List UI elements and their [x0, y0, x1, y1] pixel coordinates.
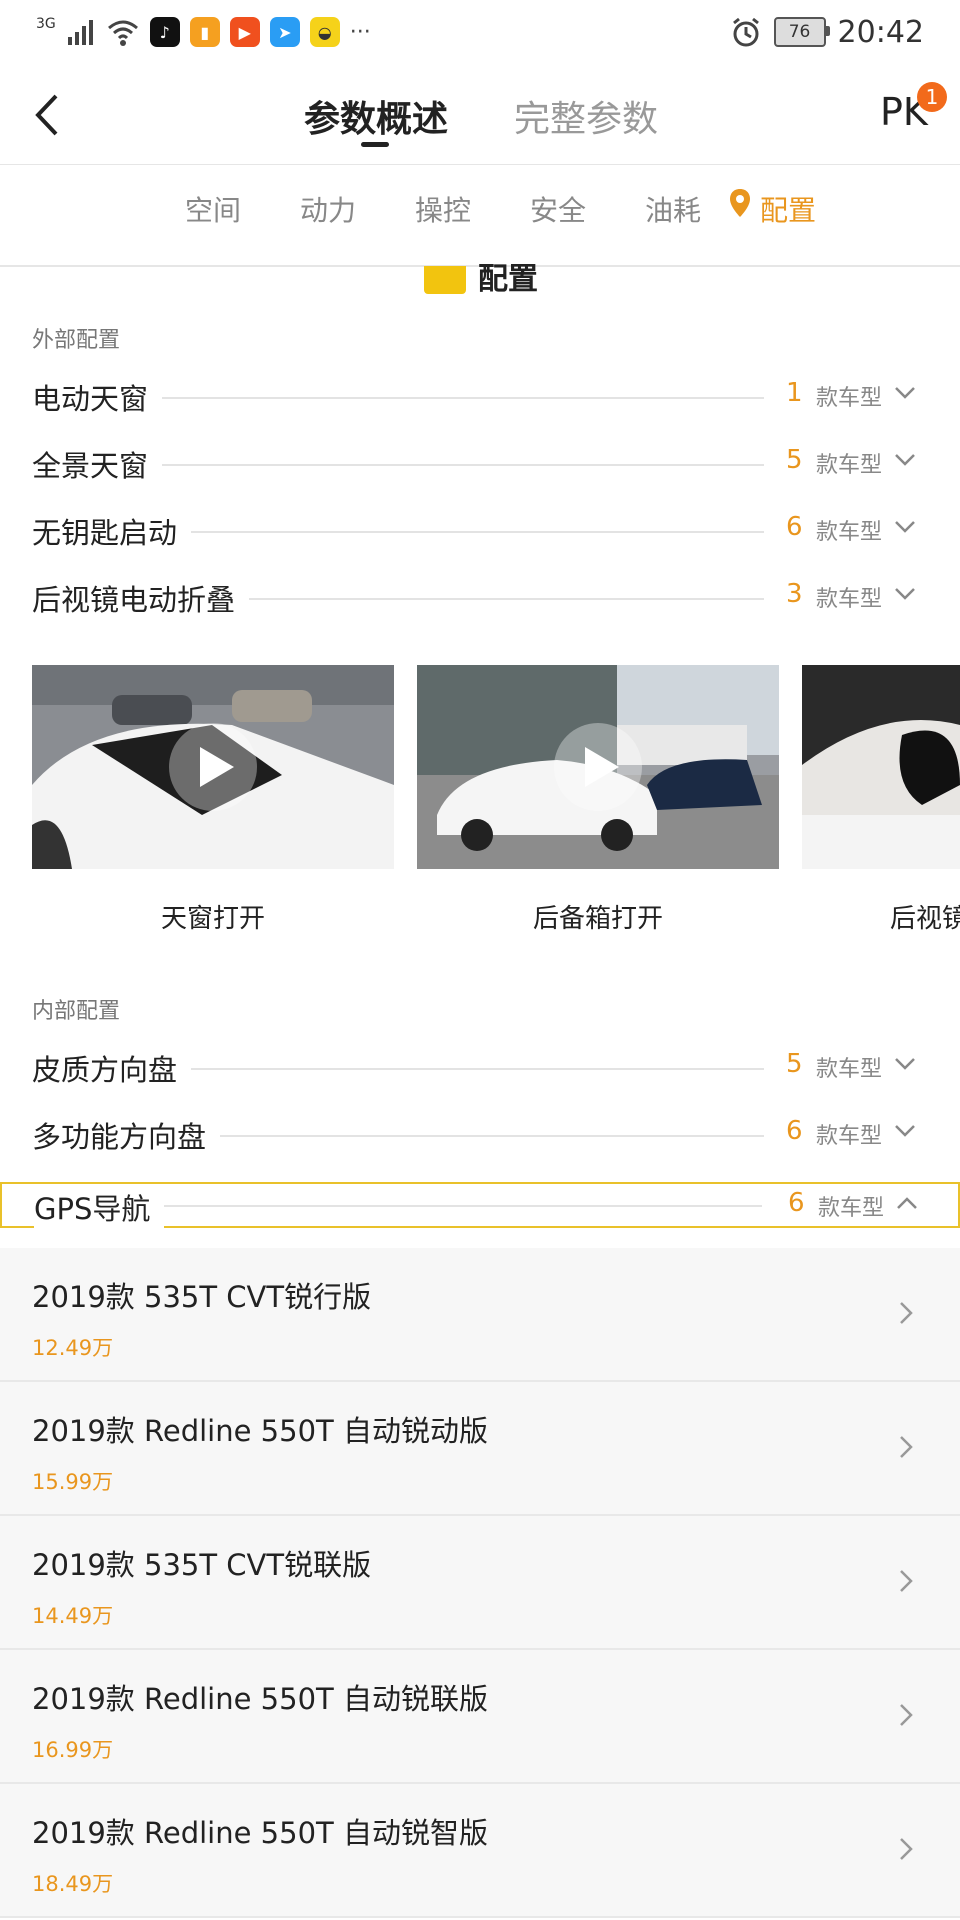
- nav-fuel[interactable]: 油耗: [645, 189, 701, 229]
- chevron-down-icon: [895, 454, 915, 466]
- sunroof-image: [32, 665, 394, 869]
- feature-name: 多功能方向盘: [32, 1114, 221, 1156]
- feature-name: 电动天窗: [32, 376, 163, 418]
- tiktok-app-icon: ♪: [149, 17, 180, 47]
- category-nav: 空间 动力 操控 安全 油耗 配置: [0, 165, 960, 267]
- list-item[interactable]: 2019款 535T CVT锐行版 12.49万: [0, 1248, 960, 1382]
- list-item[interactable]: 2019款 Redline 550T 自动锐智版 18.49万: [0, 1784, 960, 1918]
- top-header: 参数概述 完整参数 PK 1: [0, 66, 960, 166]
- chevron-up-icon: [897, 1197, 917, 1209]
- clock: 20:42: [837, 14, 924, 50]
- feature-count: 5: [786, 445, 803, 475]
- model-price: 16.99万: [32, 1738, 114, 1762]
- orange-app-icon: ▮: [189, 17, 220, 47]
- battery-level: 76: [788, 22, 811, 42]
- alarm-icon: [732, 17, 759, 47]
- video-thumbnail-trunk[interactable]: [417, 665, 779, 869]
- feature-row[interactable]: 皮质方向盘 5 款车型: [0, 1035, 960, 1101]
- more-notifications: ···: [349, 19, 371, 45]
- thumbnail-caption: 天窗打开: [160, 904, 265, 934]
- feature-unit: 款车型: [816, 1124, 883, 1149]
- model-price: 15.99万: [32, 1470, 114, 1494]
- model-price: 14.49万: [32, 1604, 114, 1628]
- feature-count: 6: [788, 1188, 805, 1218]
- network-type: 3G: [36, 16, 56, 32]
- video-thumbnail-sunroof[interactable]: [32, 665, 394, 869]
- feature-count: 1: [786, 378, 803, 408]
- nav-power[interactable]: 动力: [300, 189, 356, 229]
- config-section-icon: [424, 266, 466, 294]
- feature-row[interactable]: 后视镜电动折叠 3 款车型: [0, 565, 960, 631]
- video-thumbnail-mirror[interactable]: [802, 665, 960, 869]
- feature-row-expanded[interactable]: GPS导航 6 款车型: [0, 1182, 960, 1228]
- feature-name: GPS导航: [34, 1186, 165, 1228]
- feature-row[interactable]: 全景天窗 5 款车型: [0, 431, 960, 497]
- list-item[interactable]: 2019款 Redline 550T 自动锐联版 16.99万: [0, 1650, 960, 1784]
- tab-active-indicator: [361, 142, 389, 147]
- status-left: 3G ♪ ▮ ▶ ➤ ◒ ···: [36, 14, 371, 50]
- model-name: 2019款 Redline 550T 自动锐智版: [32, 1816, 488, 1850]
- chevron-right-icon: [900, 1570, 913, 1592]
- send-app-icon: ➤: [269, 17, 300, 47]
- chevron-right-icon: [900, 1436, 913, 1458]
- model-price: 18.49万: [32, 1872, 114, 1896]
- trunk-image: [417, 665, 779, 869]
- tab-overview[interactable]: 参数概述: [304, 90, 448, 142]
- chevron-down-icon: [895, 1058, 915, 1070]
- model-name: 2019款 Redline 550T 自动锐动版: [32, 1414, 488, 1448]
- wifi-icon: [107, 20, 138, 46]
- model-name: 2019款 Redline 550T 自动锐联版: [32, 1682, 488, 1716]
- list-item[interactable]: 2019款 535T CVT锐联版 14.49万: [0, 1516, 960, 1650]
- interior-group-label: 内部配置: [32, 999, 121, 1024]
- pk-badge: 1: [917, 82, 947, 112]
- chevron-right-icon: [900, 1838, 913, 1860]
- nav-handling[interactable]: 操控: [415, 189, 471, 229]
- model-list: 2019款 535T CVT锐行版 12.49万 2019款 Redline 5…: [0, 1248, 960, 1918]
- feature-count: 6: [786, 512, 803, 542]
- nav-space[interactable]: 空间: [185, 189, 241, 229]
- model-price: 12.49万: [32, 1336, 114, 1360]
- chevron-right-icon: [900, 1704, 913, 1726]
- feature-name: 皮质方向盘: [32, 1047, 192, 1089]
- feature-unit: 款车型: [816, 453, 883, 478]
- feature-unit: 款车型: [816, 520, 883, 545]
- feature-unit: 款车型: [816, 1057, 883, 1082]
- mirror-image: [802, 665, 960, 869]
- exterior-group-label: 外部配置: [32, 328, 121, 353]
- feature-row[interactable]: 无钥匙启动 6 款车型: [0, 498, 960, 564]
- feature-count: 5: [786, 1049, 803, 1079]
- status-right: 76 20:42: [730, 10, 924, 54]
- status-bar: 3G ♪ ▮ ▶ ➤ ◒ ··· 76 20:42: [0, 0, 960, 66]
- back-arrow-icon[interactable]: [28, 90, 68, 140]
- tab-full-params[interactable]: 完整参数: [514, 90, 658, 142]
- model-name: 2019款 535T CVT锐行版: [32, 1280, 372, 1314]
- model-name: 2019款 535T CVT锐联版: [32, 1548, 372, 1582]
- video-app-icon: ▶: [229, 17, 260, 47]
- location-pin-icon: [730, 189, 750, 217]
- feature-unit: 款车型: [818, 1196, 885, 1221]
- feature-count: 3: [786, 579, 803, 609]
- car-app-icon: ◒: [309, 17, 340, 47]
- feature-name: 全景天窗: [32, 443, 163, 485]
- nav-config[interactable]: 配置: [760, 189, 816, 229]
- chevron-right-icon: [900, 1302, 913, 1324]
- feature-unit: 款车型: [816, 386, 883, 411]
- battery-icon: 76: [773, 17, 830, 47]
- nav-safety[interactable]: 安全: [530, 189, 586, 229]
- feature-row[interactable]: 多功能方向盘 6 款车型: [0, 1102, 960, 1168]
- feature-name: 后视镜电动折叠: [32, 577, 250, 619]
- thumbnail-caption: 后视镜: [890, 904, 960, 934]
- section-title: 配置: [478, 262, 538, 297]
- feature-count: 6: [786, 1116, 803, 1146]
- feature-unit: 款车型: [816, 587, 883, 612]
- chevron-down-icon: [895, 1125, 915, 1137]
- signal-icon: [67, 20, 93, 45]
- feature-name: 无钥匙启动: [32, 510, 192, 552]
- chevron-down-icon: [895, 387, 915, 399]
- chevron-down-icon: [895, 588, 915, 600]
- thumbnail-caption: 后备箱打开: [532, 904, 663, 934]
- feature-row[interactable]: 电动天窗 1 款车型: [0, 364, 960, 430]
- chevron-down-icon: [895, 521, 915, 533]
- list-item[interactable]: 2019款 Redline 550T 自动锐动版 15.99万: [0, 1382, 960, 1516]
